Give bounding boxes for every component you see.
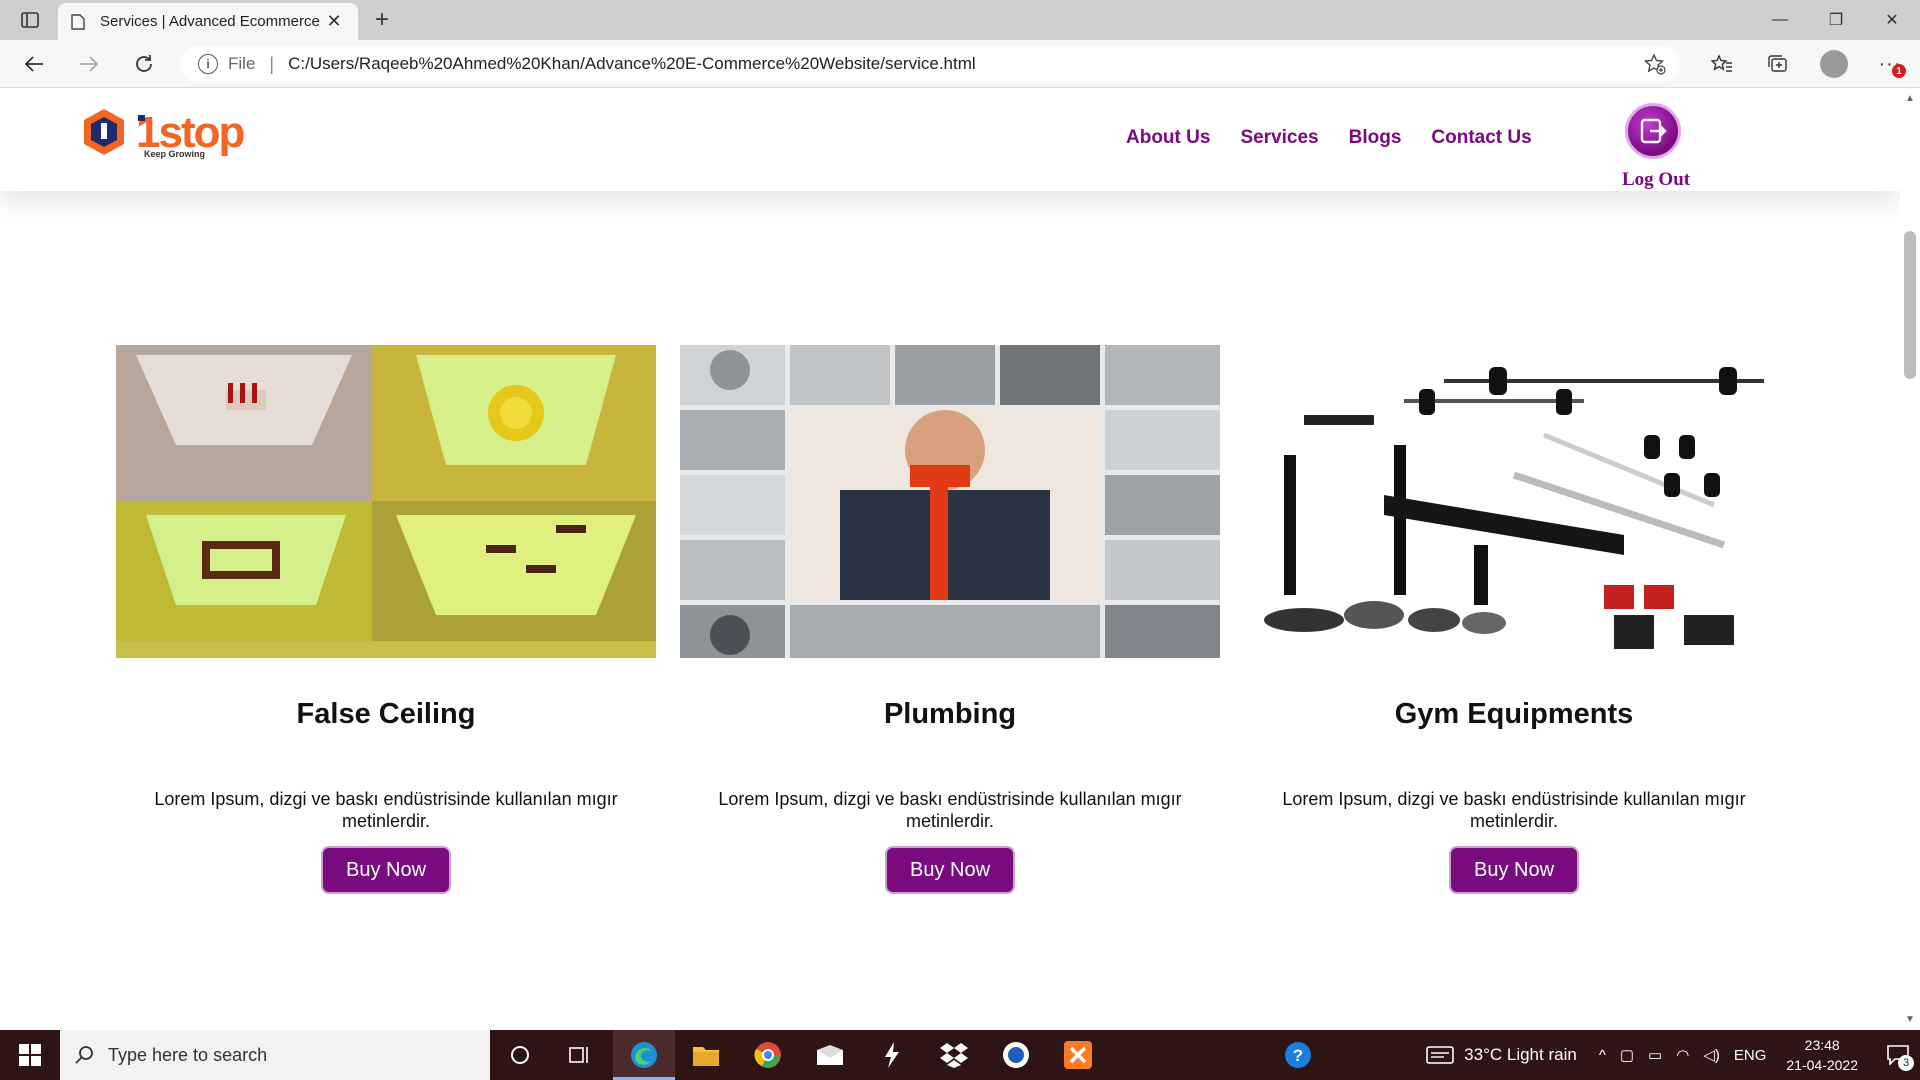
- buy-now-button[interactable]: Buy Now: [1449, 846, 1579, 894]
- mail-icon[interactable]: [812, 1037, 848, 1073]
- chrome-icon[interactable]: [750, 1037, 786, 1073]
- service-description: Lorem Ipsum, dizgi ve baskı endüstrisind…: [1282, 789, 1746, 831]
- site-header: 1stop Keep Growing About Us Services Blo…: [0, 89, 1900, 191]
- minimize-button[interactable]: —: [1752, 0, 1808, 40]
- windows-taskbar: Type here to search ? 33°C Light rain ^ …: [0, 1030, 1920, 1080]
- more-options-icon[interactable]: ··· 1: [1872, 46, 1908, 82]
- weather-widget[interactable]: 33°C Light rain: [1426, 1045, 1577, 1065]
- language-indicator[interactable]: ENG: [1734, 1047, 1767, 1064]
- service-description: Lorem Ipsum, dizgi ve baskı endüstrisind…: [718, 789, 1182, 831]
- tab-title: Services | Advanced Ecommerce: [100, 13, 320, 30]
- address-scheme: File: [228, 54, 256, 73]
- logout-icon[interactable]: [1625, 103, 1681, 159]
- logout-label[interactable]: Log Out: [1622, 169, 1690, 191]
- buy-now-button[interactable]: Buy Now: [321, 846, 451, 894]
- false-ceiling-image: [116, 345, 656, 658]
- tab-bar: Services | Advanced Ecommerce ✕ + — ❐ ✕: [0, 0, 1920, 40]
- menu-contact-us[interactable]: Contact Us: [1431, 127, 1531, 149]
- page-icon: [70, 13, 86, 30]
- toolbar-actions: ··· 1: [1704, 46, 1908, 82]
- add-favorite-icon[interactable]: [1643, 53, 1666, 75]
- system-tray: 33°C Light rain ^ ▢ ▭ ◠ ◁) ENG 23:48 21-…: [1426, 1030, 1920, 1080]
- device-icon[interactable]: ▢: [1620, 1046, 1634, 1064]
- battery-icon[interactable]: ▭: [1648, 1046, 1662, 1064]
- search-placeholder: Type here to search: [108, 1044, 268, 1065]
- site-logo[interactable]: 1stop Keep Growing: [80, 105, 270, 165]
- address-separator: |: [269, 53, 275, 74]
- search-icon: [75, 1046, 93, 1064]
- browser-toolbar: i File | C:/Users/Raqeeb%20Ahmed%20Khan/…: [0, 40, 1920, 88]
- buy-now-button[interactable]: Buy Now: [885, 846, 1015, 894]
- forward-button[interactable]: [73, 50, 105, 78]
- service-card: False Ceiling Lorem Ipsum, dizgi ve bask…: [116, 345, 656, 894]
- tab-actions-icon[interactable]: [14, 8, 46, 32]
- help-icon[interactable]: ?: [1280, 1037, 1316, 1073]
- weather-icon: [1426, 1046, 1454, 1064]
- weather-text: 33°C Light rain: [1464, 1045, 1577, 1064]
- service-card: Plumbing Lorem Ipsum, dizgi ve baskı end…: [680, 345, 1220, 894]
- main-menu: About Us Services Blogs Contact Us: [1126, 127, 1532, 149]
- url-text[interactable]: C:/Users/Raqeeb%20Ahmed%20Khan/Advance%2…: [288, 54, 976, 74]
- menu-about-us[interactable]: About Us: [1126, 127, 1210, 149]
- gym-equipments-image: [1244, 345, 1784, 658]
- page-scrollbar[interactable]: ▲ ▼: [1900, 89, 1920, 1029]
- cortana-icon[interactable]: [502, 1037, 538, 1073]
- notification-center-icon[interactable]: 3: [1876, 1030, 1920, 1080]
- page-viewport: 1stop Keep Growing About Us Services Blo…: [0, 89, 1900, 1029]
- clock-date: 21-04-2022: [1786, 1057, 1858, 1073]
- plumbing-image: [680, 345, 1220, 658]
- file-explorer-icon[interactable]: [688, 1037, 724, 1073]
- taskbar-search[interactable]: Type here to search: [60, 1030, 490, 1080]
- profile-avatar[interactable]: [1816, 46, 1852, 82]
- refresh-button[interactable]: [128, 50, 160, 78]
- close-tab-icon[interactable]: ✕: [322, 10, 346, 34]
- restore-button[interactable]: ❐: [1808, 0, 1864, 40]
- address-bar[interactable]: i File | C:/Users/Raqeeb%20Ahmed%20Khan/…: [180, 46, 1680, 82]
- volume-icon[interactable]: ◁): [1703, 1046, 1720, 1064]
- service-title: False Ceiling: [296, 698, 476, 730]
- svg-text:?: ?: [1293, 1046, 1303, 1065]
- show-hidden-icons-icon[interactable]: ^: [1599, 1047, 1606, 1064]
- scroll-up-icon[interactable]: ▲: [1905, 93, 1915, 104]
- xampp-icon[interactable]: [1060, 1037, 1096, 1073]
- menu-services[interactable]: Services: [1240, 127, 1318, 149]
- back-button[interactable]: [18, 50, 50, 78]
- clock[interactable]: 23:48 21-04-2022: [1786, 1035, 1858, 1075]
- edge-browser-icon[interactable]: [626, 1037, 662, 1073]
- notification-count: 3: [1898, 1055, 1914, 1071]
- info-icon[interactable]: i: [198, 54, 218, 74]
- windows-start-icon[interactable]: [0, 1030, 60, 1080]
- collections-icon[interactable]: [1760, 46, 1796, 82]
- logo-tagline: Keep Growing: [144, 149, 206, 159]
- menu-blogs[interactable]: Blogs: [1349, 127, 1402, 149]
- task-view-icon[interactable]: [562, 1037, 598, 1073]
- service-title: Gym Equipments: [1394, 698, 1634, 730]
- active-tab[interactable]: Services | Advanced Ecommerce ✕: [58, 3, 358, 40]
- scroll-down-icon[interactable]: ▼: [1905, 1014, 1915, 1025]
- favorites-icon[interactable]: [1704, 46, 1740, 82]
- service-description: Lorem Ipsum, dizgi ve baskı endüstrisind…: [154, 789, 618, 831]
- scroll-thumb[interactable]: [1904, 231, 1916, 379]
- vpn-app-icon[interactable]: [998, 1037, 1034, 1073]
- new-tab-button[interactable]: +: [368, 6, 396, 34]
- notification-badge: 1: [1892, 64, 1906, 78]
- lightning-app-icon[interactable]: [874, 1037, 910, 1073]
- window-controls: — ❐ ✕: [1752, 0, 1920, 40]
- service-card: Gym Equipments Lorem Ipsum, dizgi ve bas…: [1244, 345, 1784, 894]
- clock-time: 23:48: [1804, 1037, 1840, 1053]
- services-grid: False Ceiling Lorem Ipsum, dizgi ve bask…: [116, 345, 1800, 894]
- dropbox-icon[interactable]: [936, 1037, 972, 1073]
- wifi-icon[interactable]: ◠: [1676, 1046, 1689, 1064]
- service-title: Plumbing: [883, 698, 1017, 730]
- close-window-button[interactable]: ✕: [1864, 0, 1920, 40]
